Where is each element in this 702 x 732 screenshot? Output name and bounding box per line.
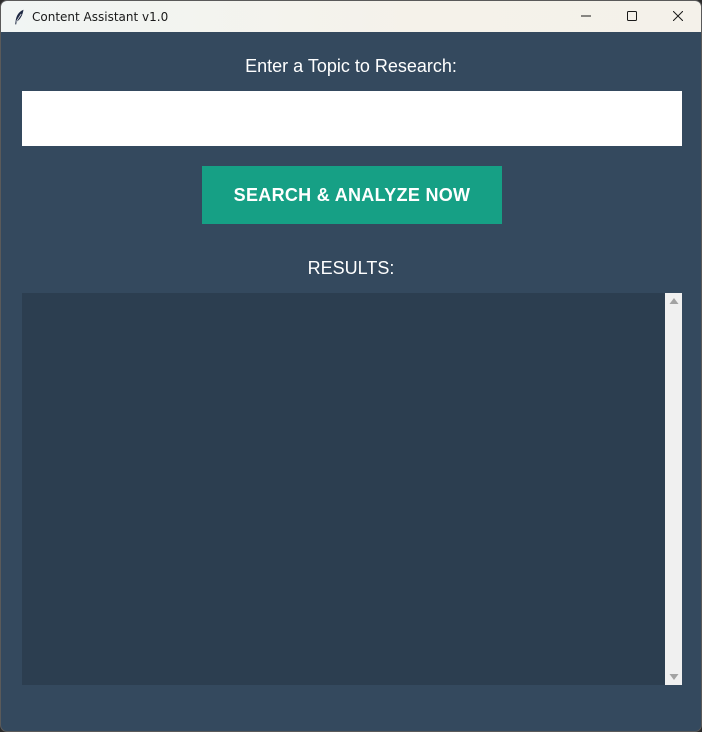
search-analyze-button[interactable]: SEARCH & ANALYZE NOW: [202, 166, 502, 224]
topic-label: Enter a Topic to Research:: [245, 56, 457, 76]
minimize-button[interactable]: [563, 1, 609, 32]
results-label: RESULTS:: [307, 258, 395, 278]
window-title: Content Assistant v1.0: [32, 9, 169, 24]
maximize-icon: [627, 8, 637, 26]
window-controls: [563, 1, 701, 32]
app-window: Content Assistant v1.0 Enter a Topic to …: [0, 0, 702, 732]
topic-input[interactable]: [22, 91, 682, 146]
close-icon: [672, 8, 684, 26]
title-bar[interactable]: Content Assistant v1.0: [1, 1, 701, 32]
close-button[interactable]: [655, 1, 701, 32]
scroll-up-arrow-icon: [669, 292, 679, 310]
main-content: Enter a Topic to Research: SEARCH & ANAL…: [1, 32, 701, 731]
feather-icon: [12, 9, 26, 25]
scroll-down-button[interactable]: [665, 669, 682, 685]
scroll-up-button[interactable]: [665, 293, 682, 309]
results-scrollbar[interactable]: [665, 293, 682, 685]
results-text-area[interactable]: [22, 293, 665, 685]
minimize-icon: [581, 8, 591, 26]
scroll-down-arrow-icon: [669, 668, 679, 686]
maximize-button[interactable]: [609, 1, 655, 32]
